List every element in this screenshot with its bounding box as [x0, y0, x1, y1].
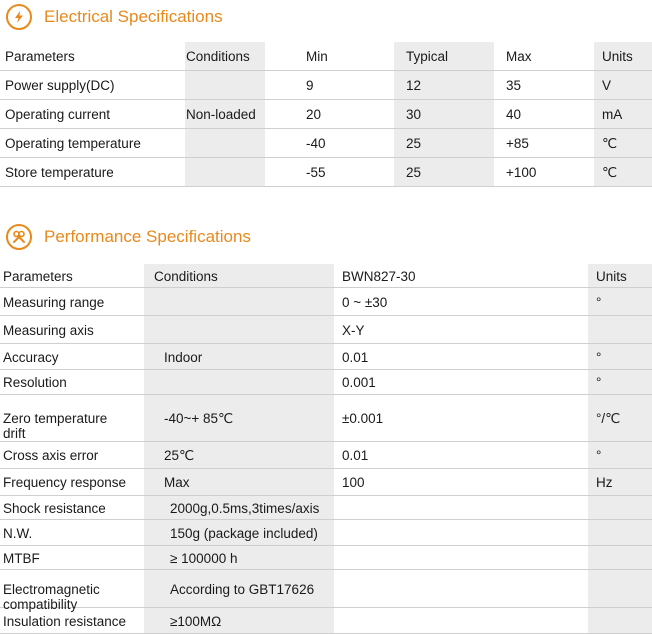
table-cell: +85 [506, 136, 529, 151]
table-cell: MTBF [3, 550, 40, 566]
table-cell: ° [596, 448, 602, 463]
table-cell: 35 [506, 78, 522, 93]
header-cell: BWN827-30 [342, 269, 416, 284]
table-cell: Measuring range [3, 294, 105, 310]
table-cell: Zero temperature drift [3, 411, 108, 441]
row-divider [0, 128, 652, 129]
table-cell: ° [596, 375, 602, 390]
column-shade [185, 129, 265, 158]
table-cell: mA [602, 107, 623, 122]
table-cell: According to GBT17626 [170, 581, 315, 597]
column-shade [588, 316, 652, 344]
table-cell: ℃ [602, 165, 618, 180]
table-cell: -55 [306, 165, 326, 180]
table-cell: 0.001 [342, 375, 376, 390]
column-shade [144, 288, 334, 316]
table-cell: N.W. [3, 525, 33, 541]
table-cell: ° [596, 349, 602, 365]
row-divider [0, 186, 652, 187]
table-cell: ±0.001 [342, 411, 384, 426]
table-cell: 0 ~ ±30 [342, 294, 388, 310]
table-cell: Resolution [3, 375, 67, 390]
table-cell: 40 [506, 107, 522, 122]
table-cell: ≥100MΩ [170, 613, 222, 629]
column-shade [588, 496, 652, 520]
table-cell: Cross axis error [3, 448, 99, 463]
column-shade [588, 608, 652, 634]
electrical-section-header: Electrical Specifications [6, 4, 223, 30]
table-cell: Electromagnetic compatibility [3, 581, 100, 612]
table-cell: Measuring axis [3, 322, 94, 338]
table-cell: Insulation resistance [3, 613, 127, 629]
performance-title: Performance Specifications [44, 227, 251, 246]
column-shade [185, 158, 265, 187]
table-cell: Non-loaded [186, 107, 256, 122]
lightning-icon [6, 4, 32, 30]
performance-section-header: Performance Specifications [6, 224, 251, 250]
header-cell: Units [602, 49, 633, 64]
table-cell: Hz [596, 475, 613, 490]
table-cell: -40 [306, 136, 326, 151]
column-shade [144, 370, 334, 395]
table-cell: 25 [406, 136, 422, 151]
table-cell: Shock resistance [3, 500, 106, 516]
column-shade [144, 316, 334, 344]
table-cell: Operating current [5, 107, 111, 122]
table-cell: 150g (package included) [170, 525, 318, 541]
header-cell: Max [506, 49, 532, 64]
header-cell: Min [306, 49, 328, 64]
table-cell: 0.01 [342, 349, 369, 365]
table-cell: +100 [506, 165, 537, 180]
table-cell: °/℃ [596, 411, 621, 426]
column-shade [588, 570, 652, 608]
table-cell: Frequency response [3, 475, 127, 490]
table-cell: V [602, 78, 612, 93]
table-cell: Store temperature [5, 165, 114, 180]
header-cell: Conditions [186, 49, 250, 64]
header-cell: Parameters [3, 269, 73, 284]
table-cell: 25℃ [164, 448, 195, 463]
header-cell: Conditions [154, 269, 218, 284]
header-cell: Typical [406, 49, 449, 64]
table-cell: 20 [306, 107, 322, 122]
table-cell: 25 [406, 165, 422, 180]
table-cell: Power supply(DC) [5, 78, 115, 93]
table-cell: 12 [406, 78, 422, 93]
table-cell: 2000g,0.5ms,3times/axis [170, 500, 320, 516]
header-cell: Units [596, 269, 627, 284]
table-cell: Max [164, 475, 190, 490]
table-cell: 30 [406, 107, 422, 122]
row-divider [0, 70, 652, 71]
table-cell: 9 [306, 78, 314, 93]
row-divider [0, 99, 652, 100]
table-cell: 100 [342, 475, 365, 490]
tools-icon [6, 224, 32, 250]
electrical-title: Electrical Specifications [44, 7, 223, 26]
table-cell: 0.01 [342, 448, 369, 463]
column-shade [185, 71, 265, 100]
table-cell: ° [596, 294, 602, 310]
table-cell: -40~+ 85℃ [164, 411, 234, 426]
column-shade [588, 546, 652, 570]
table-cell: Operating temperature [5, 136, 141, 151]
table-cell: Accuracy [3, 349, 59, 365]
header-cell: Parameters [5, 49, 75, 64]
column-shade [588, 520, 652, 546]
table-cell: X-Y [342, 322, 365, 338]
row-divider [0, 157, 652, 158]
table-cell: ≥ 100000 h [170, 550, 238, 566]
table-cell: ℃ [602, 136, 618, 151]
table-cell: Indoor [164, 349, 203, 365]
